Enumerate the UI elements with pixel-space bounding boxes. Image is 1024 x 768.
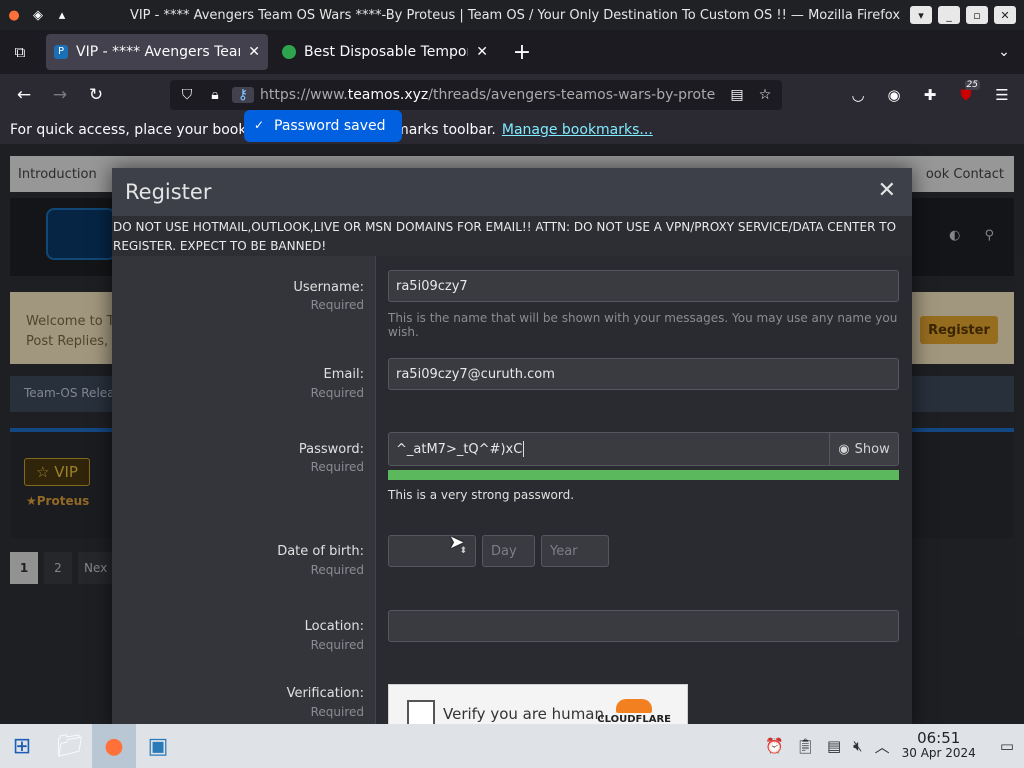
password-label: Password: xyxy=(298,442,364,457)
extensions-icon[interactable]: ✚ xyxy=(914,80,946,110)
key-icon[interactable]: ⚷ xyxy=(232,87,254,103)
pocket-icon[interactable]: ◡ xyxy=(842,80,874,110)
username-required: Required xyxy=(310,298,364,312)
email-label: Email: xyxy=(323,367,364,382)
tab-label: VIP - **** Avengers Team xyxy=(76,44,241,60)
location-field[interactable] xyxy=(388,610,899,642)
account-icon[interactable]: ◉ xyxy=(878,80,910,110)
dob-label: Date of birth: xyxy=(277,544,364,559)
firefox-icon[interactable]: ● xyxy=(4,5,24,25)
verification-required: Required xyxy=(310,705,364,719)
pin-icon[interactable]: ◈ xyxy=(28,5,48,25)
titlebar-app-icons: ● ◈ ▴ xyxy=(0,5,120,25)
reader-view-icon[interactable]: ▤ xyxy=(726,87,748,103)
registration-warning: DO NOT USE HOTMAIL,OUTLOOK,LIVE OR MSN D… xyxy=(112,216,912,256)
url-text[interactable]: https://www.teamos.xyz/threads/avengers-… xyxy=(260,87,720,103)
tab-label: Best Disposable Tempora xyxy=(304,44,469,60)
system-tray: ⏰ 📋︎ ▤ 🔇︎ ︿ 06:51 30 Apr 2024 ▭ xyxy=(765,731,1024,761)
window-titlebar: ● ◈ ▴ VIP - **** Avengers Team OS Wars *… xyxy=(0,0,1024,30)
verification-label: Verification: xyxy=(286,686,364,701)
username-label: Username: xyxy=(293,280,364,295)
minimize-button[interactable]: _ xyxy=(938,6,960,24)
menu-icon[interactable]: ☰ xyxy=(986,80,1018,110)
volume-muted-icon[interactable]: 🔇︎ xyxy=(853,737,862,755)
strength-fill xyxy=(388,470,899,480)
toast-text: Password saved xyxy=(274,118,386,134)
firefox-taskbar-icon[interactable]: ● xyxy=(92,724,136,768)
window-menu-button[interactable]: ▾ xyxy=(910,6,932,24)
new-tab-icon[interactable]: + xyxy=(504,40,540,65)
tray-expand-icon[interactable]: ︿ xyxy=(875,736,890,757)
tab-strip: ⧉ P VIP - **** Avengers Team ✕ Best Disp… xyxy=(0,30,1024,74)
clipboard-icon[interactable]: 📋︎ xyxy=(796,737,815,755)
password-required: Required xyxy=(310,460,364,474)
tab-disposable-email[interactable]: Best Disposable Tempora ✕ xyxy=(274,34,496,70)
bookmarks-toolbar: For quick access, place your bookm marks… xyxy=(0,116,1024,144)
location-label: Location: xyxy=(304,619,364,634)
back-icon[interactable]: ← xyxy=(6,79,42,111)
firefox-view-icon[interactable]: ⧉ xyxy=(0,43,40,61)
bookmarks-hint-tail: marks toolbar. xyxy=(395,122,496,138)
password-value: ^_atM7>_tQ^#)xC xyxy=(396,441,523,457)
cloudflare-logo: CLOUDFLARE xyxy=(597,699,671,725)
eye-icon: ◉ xyxy=(838,441,850,457)
email-required: Required xyxy=(310,386,364,400)
url-bar[interactable]: ⛉ 🔒︎ ⚷ https://www.teamos.xyz/threads/av… xyxy=(170,80,782,110)
notifications-icon[interactable]: ⏰ xyxy=(765,737,784,755)
modal-title: Register xyxy=(112,168,912,216)
taskbar: ⊞ 📁︎ ● ▣ ⏰ 📋︎ ▤ 🔇︎ ︿ 06:51 30 Apr 2024 ▭ xyxy=(0,724,1024,768)
tab-close-icon[interactable]: ✕ xyxy=(248,44,260,60)
mouse-cursor-icon: ➤ xyxy=(449,532,465,553)
show-password-button[interactable]: ◉ Show xyxy=(829,432,899,466)
close-window-button[interactable]: ✕ xyxy=(994,6,1016,24)
bookmark-star-icon[interactable]: ☆ xyxy=(754,87,776,103)
clock-time: 06:51 xyxy=(917,729,961,747)
window-title: VIP - **** Avengers Team OS Wars ****-By… xyxy=(129,7,901,23)
disposable-favicon-icon xyxy=(282,45,296,59)
file-manager-icon[interactable]: 📁︎ xyxy=(48,724,92,768)
teamos-favicon-icon: P xyxy=(54,45,68,59)
lock-icon[interactable]: 🔒︎ xyxy=(204,87,226,103)
system-settings-icon[interactable]: ▣ xyxy=(136,724,180,768)
password-strength-meter xyxy=(388,470,899,480)
dob-required: Required xyxy=(310,563,364,577)
bookmarks-hint: For quick access, place your bookm xyxy=(10,122,261,138)
start-menu-icon[interactable]: ⊞ xyxy=(0,724,44,768)
cloudflare-captcha: Verify you are human CLOUDFLARE xyxy=(388,684,688,728)
maximize-button[interactable]: ▫ xyxy=(966,6,988,24)
tab-close-icon[interactable]: ✕ xyxy=(476,44,488,60)
ublock-icon[interactable]: ⛊ 25 xyxy=(950,80,982,110)
check-icon: ✓ xyxy=(254,118,265,132)
form-label-column xyxy=(112,256,375,728)
toolbar-right: ◡ ◉ ✚ ⛊ 25 ☰ xyxy=(842,80,1018,110)
close-icon[interactable]: ✕ xyxy=(878,178,896,203)
password-strength-text: This is a very strong password. xyxy=(388,488,575,502)
username-field[interactable]: ra5i09czy7 xyxy=(388,270,899,302)
register-modal: Register ✕ DO NOT USE HOTMAIL,OUTLOOK,LI… xyxy=(112,168,912,728)
extension-badge: 25 xyxy=(964,80,980,90)
manage-bookmarks-link[interactable]: Manage bookmarks... xyxy=(502,122,653,138)
shade-icon[interactable]: ▴ xyxy=(52,5,72,25)
location-required: Required xyxy=(310,638,364,652)
clock[interactable]: 06:51 30 Apr 2024 xyxy=(902,731,976,761)
captcha-text: Verify you are human xyxy=(443,705,605,723)
navigation-toolbar: ← → ↻ ⛉ 🔒︎ ⚷ https://www.teamos.xyz/thre… xyxy=(0,74,1024,116)
forward-icon[interactable]: → xyxy=(42,79,78,111)
show-desktop-icon[interactable]: ▭ xyxy=(1000,737,1014,755)
clock-date: 30 Apr 2024 xyxy=(901,746,976,760)
list-all-tabs-icon[interactable]: ⌄ xyxy=(984,44,1024,60)
password-saved-toast: ✓ Password saved xyxy=(244,110,402,142)
show-label: Show xyxy=(854,441,890,457)
email-field[interactable]: ra5i09czy7@curuth.com xyxy=(388,358,899,390)
window-controls: ▾ _ ▫ ✕ xyxy=(910,6,1024,24)
username-hint: This is the name that will be shown with… xyxy=(388,311,898,339)
battery-icon[interactable]: ▤ xyxy=(827,737,841,755)
tracking-protection-icon[interactable]: ⛉ xyxy=(176,87,198,103)
dob-day-field[interactable]: Day xyxy=(482,535,535,567)
tab-vip[interactable]: P VIP - **** Avengers Team ✕ xyxy=(46,34,268,70)
password-field[interactable]: ^_atM7>_tQ^#)xC xyxy=(388,432,830,466)
reload-icon[interactable]: ↻ xyxy=(78,79,114,111)
form-divider xyxy=(375,256,376,728)
dob-year-field[interactable]: Year xyxy=(541,535,609,567)
